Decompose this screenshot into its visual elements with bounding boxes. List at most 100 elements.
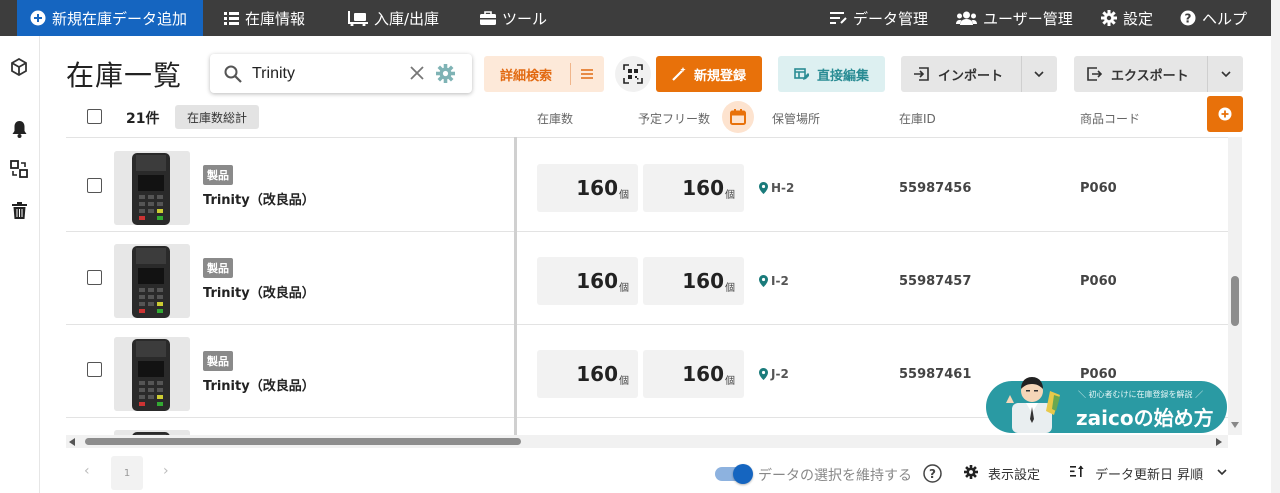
list-top-border — [66, 137, 1228, 138]
location-label: J-2 — [771, 367, 789, 381]
product-code: P060 — [1080, 367, 1117, 382]
column-header-quantity[interactable]: 在庫数 — [537, 110, 573, 127]
clear-search-icon[interactable] — [410, 66, 424, 80]
nav-data-management[interactable]: データ管理 — [830, 0, 928, 36]
keep-selection-toggle[interactable] — [715, 464, 753, 484]
toolbox-icon — [480, 11, 496, 25]
export-icon — [1087, 67, 1102, 81]
quantity-value: 160 — [576, 362, 618, 386]
row-checkbox[interactable] — [87, 270, 102, 285]
product-thumbnail[interactable] — [114, 337, 190, 411]
scroll-left-arrow-icon[interactable] — [69, 438, 75, 446]
list-vertical-scrollbar[interactable] — [1228, 137, 1242, 435]
table-row[interactable]: 製品 Trinity（改良品） 160 個 160 個 H-2 55987456… — [66, 139, 1228, 232]
sidebar-item-notifications[interactable] — [9, 119, 29, 139]
qr-scan-button[interactable] — [615, 56, 651, 92]
new-register-button[interactable]: 新規登録 — [656, 56, 762, 92]
users-icon — [956, 11, 977, 25]
nav-help-label: ヘルプ — [1202, 9, 1248, 28]
row-checkbox[interactable] — [87, 362, 102, 377]
calendar-button[interactable] — [722, 101, 754, 133]
column-header-stock-id[interactable]: 在庫ID — [899, 110, 936, 127]
chevron-down-icon[interactable] — [1217, 469, 1227, 476]
column-header-product-code[interactable]: 商品コード — [1080, 110, 1140, 127]
direct-edit-label: 直接編集 — [816, 68, 869, 84]
export-button[interactable]: エクスポート — [1074, 56, 1243, 92]
free-quantity-cell[interactable]: 160 個 — [643, 257, 744, 305]
advanced-search-separator — [570, 63, 571, 85]
sort-order-button[interactable]: データ更新日 昇順 — [1095, 464, 1203, 483]
horizontal-scroll-thumb[interactable] — [85, 438, 521, 445]
banner-title: zaicoの始め方 — [1076, 406, 1214, 430]
location-label: H-2 — [771, 181, 795, 195]
add-column-button[interactable] — [1207, 96, 1243, 132]
advanced-search-label: 詳細検索 — [500, 68, 553, 84]
nav-user-management[interactable]: ユーザー管理 — [956, 0, 1073, 36]
quantity-cell[interactable]: 160 個 — [537, 350, 638, 398]
map-pin-icon — [759, 275, 768, 287]
select-all-checkbox[interactable] — [87, 109, 102, 124]
import-button[interactable]: インポート — [901, 56, 1057, 92]
free-quantity-cell[interactable]: 160 個 — [643, 350, 744, 398]
search-icon — [224, 65, 242, 83]
magic-wand-icon — [672, 67, 686, 81]
pagination-next[interactable]: › — [163, 463, 169, 479]
sidebar-item-stock[interactable] — [9, 57, 29, 77]
import-dropdown-chevron-icon[interactable] — [1034, 71, 1044, 78]
quantity-cell[interactable]: 160 個 — [537, 164, 638, 212]
new-register-label: 新規登録 — [693, 68, 746, 84]
import-separator — [1021, 56, 1022, 92]
search-settings-gear-icon[interactable] — [436, 64, 455, 83]
vertical-scroll-thumb[interactable] — [1231, 276, 1239, 326]
category-badge: 製品 — [203, 258, 233, 278]
help-circle-icon[interactable]: ? — [923, 464, 942, 483]
total-stock-button[interactable]: 在庫数総計 — [175, 105, 259, 129]
scroll-right-arrow-icon[interactable] — [1216, 438, 1222, 446]
export-dropdown-chevron-icon[interactable] — [1221, 71, 1231, 78]
page-scrollbar[interactable] — [1271, 0, 1280, 493]
pagination-prev[interactable]: ‹ — [84, 463, 90, 479]
quantity-cell[interactable]: 160 個 — [537, 257, 638, 305]
getting-started-banner[interactable]: ＼ 初心者むけに在庫登録を解説 ／ zaicoの始め方 — [986, 377, 1227, 433]
column-header-free-quantity[interactable]: 予定フリー数 — [638, 110, 710, 127]
page-title: 在庫一覧 — [66, 59, 183, 92]
new-stock-label: 新規在庫データ追加 — [52, 9, 188, 28]
product-name[interactable]: Trinity（改良品） — [203, 375, 315, 394]
map-pin-icon — [759, 368, 768, 380]
display-settings-button[interactable]: 表示設定 — [988, 464, 1040, 483]
toggle-knob — [733, 464, 753, 484]
frozen-column-divider[interactable] — [514, 137, 517, 435]
gear-icon[interactable] — [964, 465, 978, 479]
table-row[interactable]: 製品 Trinity（改良品） 160 個 160 個 I-2 55987457… — [66, 232, 1228, 325]
product-name[interactable]: Trinity（改良品） — [203, 282, 315, 301]
search-input[interactable] — [252, 63, 402, 85]
stock-id: 55987456 — [899, 181, 972, 196]
top-navigation-bar: 新規在庫データ追加 在庫情報 入庫/出庫 ツール データ管理 ユーザー管理 設定… — [0, 0, 1271, 36]
nav-help[interactable]: ? ヘルプ — [1180, 0, 1247, 36]
keep-selection-label: データの選択を維持する — [758, 468, 912, 484]
product-image — [114, 244, 190, 318]
nav-stock-info[interactable]: 在庫情報 — [224, 0, 305, 36]
sidebar-item-trash[interactable] — [9, 200, 29, 220]
stock-id: 55987457 — [899, 274, 972, 289]
direct-edit-button[interactable]: 直接編集 — [778, 56, 885, 92]
column-header-location[interactable]: 保管場所 — [772, 110, 820, 127]
bell-icon — [12, 121, 26, 138]
import-icon — [914, 67, 929, 81]
nav-settings[interactable]: 設定 — [1101, 0, 1153, 36]
sidebar-item-merge[interactable] — [9, 159, 29, 179]
advanced-search-button[interactable]: 詳細検索 — [484, 56, 604, 92]
product-thumbnail[interactable] — [114, 244, 190, 318]
nav-in-out[interactable]: 入庫/出庫 — [348, 0, 439, 36]
nav-data-management-label: データ管理 — [853, 9, 929, 28]
free-quantity-cell[interactable]: 160 個 — [643, 164, 744, 212]
product-name[interactable]: Trinity（改良品） — [203, 189, 315, 208]
new-stock-button[interactable]: 新規在庫データ追加 — [17, 0, 203, 36]
row-checkbox[interactable] — [87, 178, 102, 193]
nav-tools[interactable]: ツール — [480, 0, 547, 36]
scroll-down-arrow-icon[interactable] — [1231, 422, 1239, 428]
pagination-current-page[interactable]: 1 — [111, 456, 143, 490]
sort-icon[interactable] — [1070, 465, 1084, 478]
product-thumbnail[interactable] — [114, 151, 190, 225]
list-horizontal-scrollbar[interactable] — [66, 435, 1228, 448]
